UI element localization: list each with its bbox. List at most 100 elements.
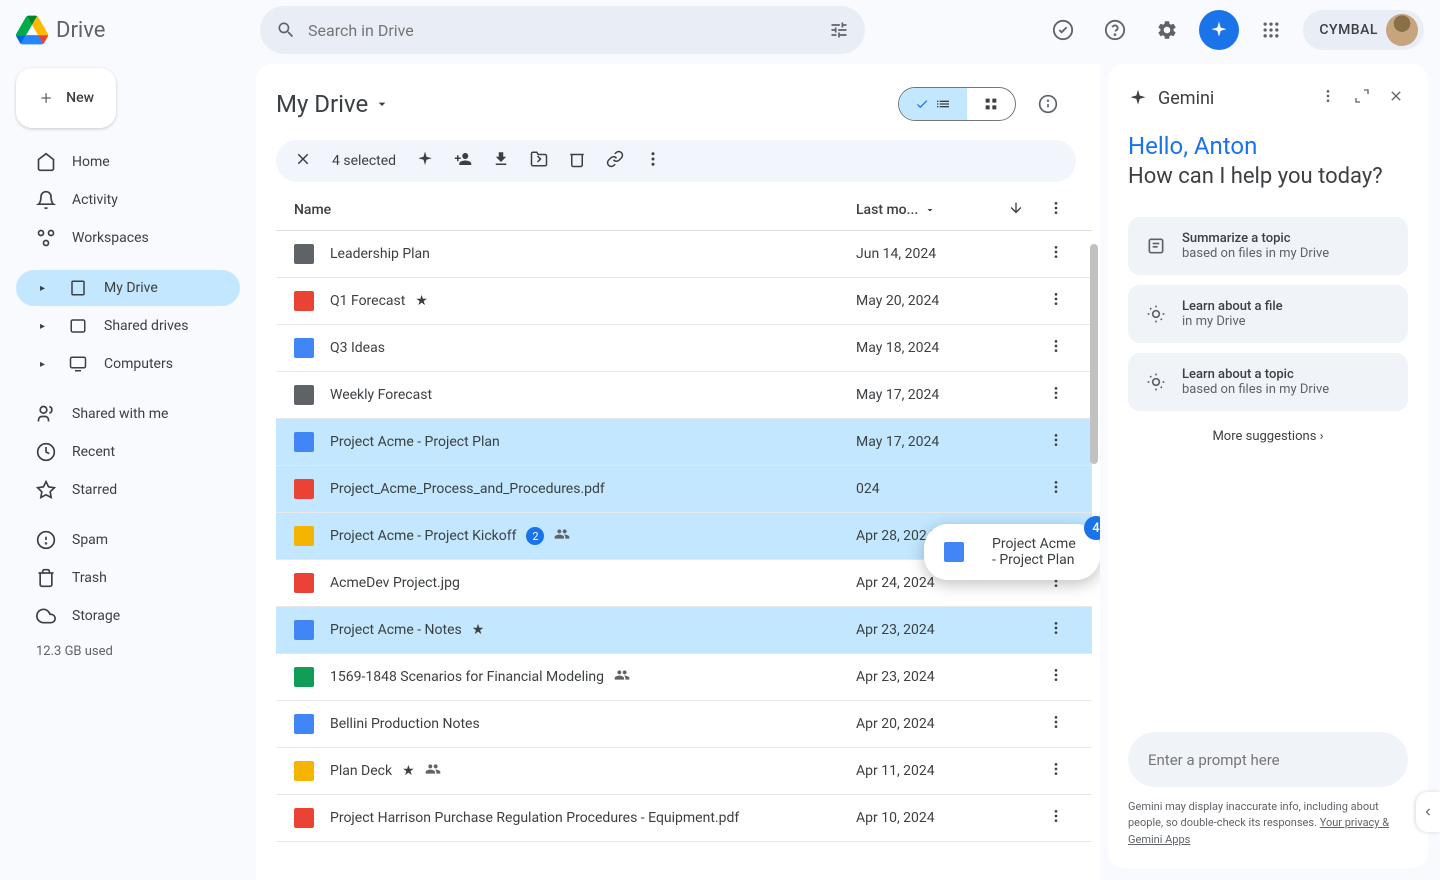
file-name: Q3 Ideas: [330, 340, 856, 356]
search-input[interactable]: [308, 21, 829, 40]
sidebar-item-recent[interactable]: Recent: [16, 434, 240, 470]
file-row[interactable]: Q3 IdeasMay 18, 2024: [276, 325, 1092, 372]
column-name[interactable]: Name: [294, 202, 856, 218]
suggestion-icon: [1144, 234, 1168, 258]
file-menu-button[interactable]: [1036, 714, 1076, 734]
file-date: May 17, 2024: [856, 387, 996, 403]
gemini-more-icon[interactable]: [1316, 84, 1340, 112]
delete-action-icon[interactable]: [568, 150, 586, 172]
link-action-icon[interactable]: [606, 150, 624, 172]
sidebar-item-trash[interactable]: Trash: [16, 560, 240, 596]
sidebar-item-computers[interactable]: ▸Computers: [16, 346, 240, 382]
sidebar-item-shared-drives[interactable]: ▸Shared drives: [16, 308, 240, 344]
breadcrumb[interactable]: My Drive: [276, 90, 390, 118]
scrollbar[interactable]: [1090, 244, 1098, 464]
gemini-disclaimer: Gemini may display inaccurate info, incl…: [1128, 799, 1408, 849]
file-name: Leadership Plan: [330, 246, 856, 262]
file-menu-button[interactable]: [1036, 432, 1076, 452]
suggestion-item[interactable]: Learn about a topicbased on files in my …: [1128, 353, 1408, 411]
gemini-action-icon[interactable]: [416, 150, 434, 172]
file-type-icon: [294, 620, 314, 640]
file-name: AcmeDev Project.jpg: [330, 575, 856, 591]
suggestion-icon: [1144, 370, 1168, 394]
apps-icon[interactable]: [1251, 10, 1291, 50]
shared-icon: [614, 667, 630, 687]
gemini-spark-button[interactable]: [1199, 10, 1239, 50]
account-switcher[interactable]: CYMBAL: [1303, 10, 1424, 50]
sidebar-item-storage[interactable]: Storage: [16, 598, 240, 634]
help-icon[interactable]: [1095, 10, 1135, 50]
main-content: My Drive 4 selected Name: [256, 64, 1100, 880]
storage-used: 12.3 GB used: [16, 636, 240, 667]
suggestion-item[interactable]: Learn about a filein my Drive: [1128, 285, 1408, 343]
search-options-icon[interactable]: [829, 20, 849, 40]
file-date: May 17, 2024: [856, 434, 996, 450]
more-action-icon[interactable]: [644, 150, 662, 172]
download-action-icon[interactable]: [492, 150, 510, 172]
file-menu-button[interactable]: [1036, 244, 1076, 264]
sort-direction-button[interactable]: [996, 200, 1036, 220]
star-icon: [36, 480, 56, 500]
gemini-close-icon[interactable]: [1384, 84, 1408, 112]
file-row[interactable]: Project Acme - Notes★Apr 23, 2024: [276, 607, 1092, 654]
file-type-icon: [294, 573, 314, 593]
file-row[interactable]: Q1 Forecast★May 20, 2024: [276, 278, 1092, 325]
side-panel-toggle[interactable]: [1416, 792, 1440, 832]
file-menu-button[interactable]: [1036, 620, 1076, 640]
suggestion-item[interactable]: Summarize a topicbased on files in my Dr…: [1128, 217, 1408, 275]
grid-view-button[interactable]: [967, 88, 1015, 120]
sidebar-item-starred[interactable]: Starred: [16, 472, 240, 508]
file-type-icon: [294, 526, 314, 546]
file-menu-button[interactable]: [1036, 479, 1076, 499]
file-menu-button[interactable]: [1036, 338, 1076, 358]
gemini-subtitle: How can I help you today?: [1128, 164, 1408, 189]
sidebar-item-activity[interactable]: Activity: [16, 182, 240, 218]
file-menu-button[interactable]: [1036, 761, 1076, 781]
list-view-button[interactable]: [899, 88, 967, 120]
file-name: Weekly Forecast: [330, 387, 856, 403]
sidebar-item-my-drive[interactable]: ▸My Drive: [16, 270, 240, 306]
new-button-label: New: [66, 90, 94, 106]
file-menu-button[interactable]: [1036, 808, 1076, 828]
info-icon[interactable]: [1028, 84, 1068, 124]
logo-area[interactable]: Drive: [16, 14, 256, 46]
file-row[interactable]: Leadership PlanJun 14, 2024: [276, 231, 1092, 278]
file-row[interactable]: Project_Acme_Process_and_Procedures.pdf0…: [276, 466, 1092, 513]
search-bar[interactable]: [260, 6, 865, 54]
file-menu-button[interactable]: [1036, 385, 1076, 405]
file-row[interactable]: 1569-1848 Scenarios for Financial Modeli…: [276, 654, 1092, 701]
gemini-expand-icon[interactable]: [1350, 84, 1374, 112]
column-date[interactable]: Last mo...: [856, 202, 996, 218]
sidebar-item-shared-with-me[interactable]: Shared with me: [16, 396, 240, 432]
sidebar-item-spam[interactable]: Spam: [16, 522, 240, 558]
file-row[interactable]: Bellini Production NotesApr 20, 2024: [276, 701, 1092, 748]
shared-icon: [425, 761, 441, 781]
file-row[interactable]: Weekly ForecastMay 17, 2024: [276, 372, 1092, 419]
sidebar-item-workspaces[interactable]: Workspaces: [16, 220, 240, 256]
plus-icon: [38, 86, 54, 110]
file-row[interactable]: Plan Deck★Apr 11, 2024: [276, 748, 1092, 795]
file-type-icon: [294, 667, 314, 687]
more-suggestions-button[interactable]: More suggestions ›: [1128, 429, 1408, 444]
gemini-prompt-input[interactable]: [1148, 751, 1388, 769]
chevron-right-icon: ▸: [40, 283, 52, 294]
move-action-icon[interactable]: [530, 150, 548, 172]
suggestion-icon: [1144, 302, 1168, 326]
share-action-icon[interactable]: [454, 150, 472, 172]
settings-icon[interactable]: [1147, 10, 1187, 50]
offline-ready-icon[interactable]: [1043, 10, 1083, 50]
file-menu-button[interactable]: [1036, 667, 1076, 687]
clear-selection-button[interactable]: [294, 150, 312, 172]
spam-icon: [36, 530, 56, 550]
file-menu-button[interactable]: [1036, 291, 1076, 311]
sidebar-item-home[interactable]: Home: [16, 144, 240, 180]
file-row[interactable]: Project Harrison Purchase Regulation Pro…: [276, 795, 1092, 842]
shared-drives-icon: [68, 316, 88, 336]
file-row[interactable]: Project Acme - Project PlanMay 17, 2024: [276, 419, 1092, 466]
suggestion-title: Learn about a topic: [1182, 367, 1329, 382]
new-button[interactable]: New: [16, 68, 116, 128]
column-menu-button[interactable]: [1036, 200, 1076, 220]
star-icon: ★: [415, 293, 428, 309]
gemini-prompt-box[interactable]: [1128, 732, 1408, 787]
breadcrumb-label: My Drive: [276, 90, 368, 118]
